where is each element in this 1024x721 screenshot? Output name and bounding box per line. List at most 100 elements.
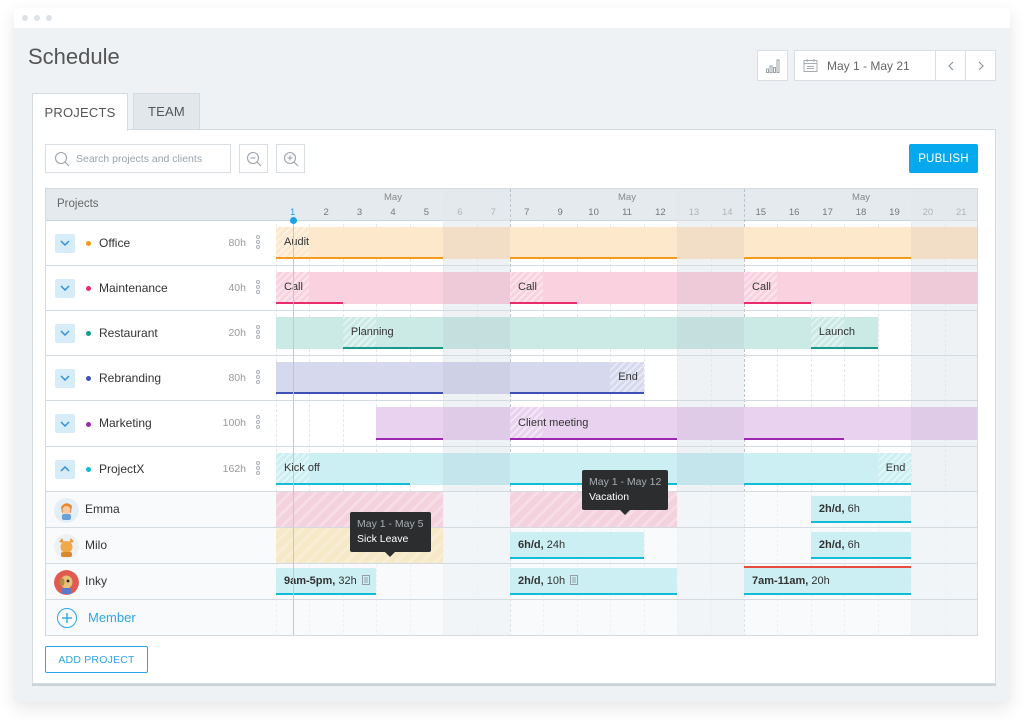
expand-toggle[interactable] <box>55 278 75 298</box>
project-hours: 20h <box>228 326 246 339</box>
weekend-tint <box>443 227 477 259</box>
member-row: Milo 6h/d, 24h 2h/d, 6h <box>46 528 977 564</box>
expand-toggle[interactable] <box>55 323 75 343</box>
bar-label: Audit <box>284 236 310 248</box>
day-label[interactable]: 15 <box>755 207 766 218</box>
tooltip-date: May 1 - May 5 <box>357 518 424 530</box>
tooltip-label: Sick Leave <box>357 533 409 545</box>
day-label[interactable]: 19 <box>889 207 900 218</box>
project-name[interactable]: Office <box>99 236 130 250</box>
project-bar[interactable] <box>276 272 977 304</box>
project-name[interactable]: Maintenance <box>99 281 168 295</box>
assignment-line <box>510 593 678 595</box>
more-options-icon[interactable] <box>256 279 262 295</box>
project-row: Rebranding 80h End <box>46 356 977 401</box>
assignment-line <box>510 557 644 559</box>
zoom-in-button[interactable] <box>276 144 305 173</box>
member-name[interactable]: Inky <box>85 574 107 588</box>
project-hours: 162h <box>222 462 246 475</box>
expand-toggle[interactable] <box>55 459 75 479</box>
weekend-tint <box>443 453 477 485</box>
next-period-button[interactable] <box>965 50 996 81</box>
add-member-button[interactable] <box>57 608 77 628</box>
window-dot <box>34 15 40 21</box>
weekend-tint <box>443 407 477 440</box>
assignment-rate: 6h/d, <box>518 538 544 551</box>
report-button[interactable] <box>757 50 788 81</box>
expand-toggle[interactable] <box>55 233 75 253</box>
bar-progress-line <box>376 438 444 440</box>
zoom-out-button[interactable] <box>239 144 268 173</box>
publish-button[interactable]: PUBLISH <box>909 144 978 173</box>
member-name[interactable]: Emma <box>85 502 120 516</box>
day-label[interactable]: 12 <box>655 207 666 218</box>
bar-label: End <box>885 462 906 474</box>
chevron-right-icon <box>978 61 984 70</box>
project-name[interactable]: Rebranding <box>99 371 161 385</box>
date-range-picker[interactable]: May 1 - May 21 <box>794 50 936 81</box>
search-input[interactable]: Search projects and clients <box>45 144 231 173</box>
project-hours: 80h <box>228 371 246 384</box>
weekend-tint <box>710 227 744 259</box>
project-name[interactable]: Restaurant <box>99 326 158 340</box>
timeline-header: Projects May1234567May791011121314May151… <box>46 189 977 221</box>
assignment-total: 24h <box>543 538 566 551</box>
add-project-button[interactable]: ADD PROJECT <box>45 646 148 673</box>
day-label[interactable]: 9 <box>557 207 562 218</box>
expand-toggle[interactable] <box>55 368 75 388</box>
time-off-tooltip: May 1 - May 12 Vacation <box>582 470 669 515</box>
day-label[interactable]: 18 <box>856 207 867 218</box>
project-name[interactable]: Marketing <box>99 416 152 430</box>
more-options-icon[interactable] <box>256 369 262 385</box>
member-name[interactable]: Milo <box>85 538 107 552</box>
prev-period-button[interactable] <box>935 50 966 81</box>
project-bar[interactable] <box>276 227 977 259</box>
project-color-dot <box>86 421 91 427</box>
bar-label: Planning <box>350 326 394 338</box>
day-label[interactable]: 10 <box>588 207 599 218</box>
bar-progress-line <box>342 347 444 349</box>
day-label[interactable]: 2 <box>323 207 328 218</box>
project-name[interactable]: ProjectX <box>99 462 144 476</box>
day-label[interactable]: 7 <box>524 207 529 218</box>
weekend-tint <box>677 272 711 304</box>
tab-projects[interactable]: PROJECTS <box>32 93 128 131</box>
more-options-icon[interactable] <box>256 234 262 250</box>
project-row: Maintenance40hCallCallCall <box>46 266 977 311</box>
tab-team[interactable]: TEAM <box>133 93 200 130</box>
weekend-tint <box>677 407 711 440</box>
bar-label: End <box>618 371 638 383</box>
weekend-tint <box>911 227 945 259</box>
schedule-grid: Projects May1234567May791011121314May151… <box>45 188 978 636</box>
time-off-tooltip: May 1 - May 5 Sick Leave <box>350 512 431 557</box>
weekend-tint <box>677 227 711 259</box>
project-color-dot <box>86 467 91 472</box>
window-dot <box>46 15 52 21</box>
assignment-line <box>276 593 377 595</box>
bar-label: Call <box>518 281 537 293</box>
emma-avatar <box>54 497 79 523</box>
more-options-icon[interactable] <box>256 324 262 340</box>
inky-avatar <box>54 569 79 595</box>
more-options-icon[interactable] <box>256 460 262 476</box>
tooltip-date: May 1 - May 12 <box>589 476 662 488</box>
assignment-label: 2h/d, 6h <box>819 539 860 551</box>
weekend-tint <box>710 272 744 304</box>
day-label[interactable]: 11 <box>622 207 632 218</box>
assignment-total: 20h <box>808 574 830 587</box>
add-member-link[interactable]: Member <box>88 610 136 625</box>
day-label[interactable]: 5 <box>424 207 429 218</box>
chevron-down-icon <box>60 240 70 246</box>
note-icon[interactable] <box>570 574 579 588</box>
member-row: Emma 2h/d, 6h <box>46 492 977 528</box>
day-label[interactable]: 16 <box>789 207 800 218</box>
day-label[interactable]: 4 <box>390 207 395 218</box>
expand-toggle[interactable] <box>55 414 75 433</box>
month-label: May <box>618 192 636 203</box>
weekend-tint <box>944 407 977 440</box>
day-label[interactable]: 3 <box>357 207 362 218</box>
more-options-icon[interactable] <box>256 415 262 430</box>
bar-progress-line <box>510 257 678 259</box>
day-label[interactable]: 17 <box>822 207 833 218</box>
note-icon[interactable] <box>361 574 370 588</box>
